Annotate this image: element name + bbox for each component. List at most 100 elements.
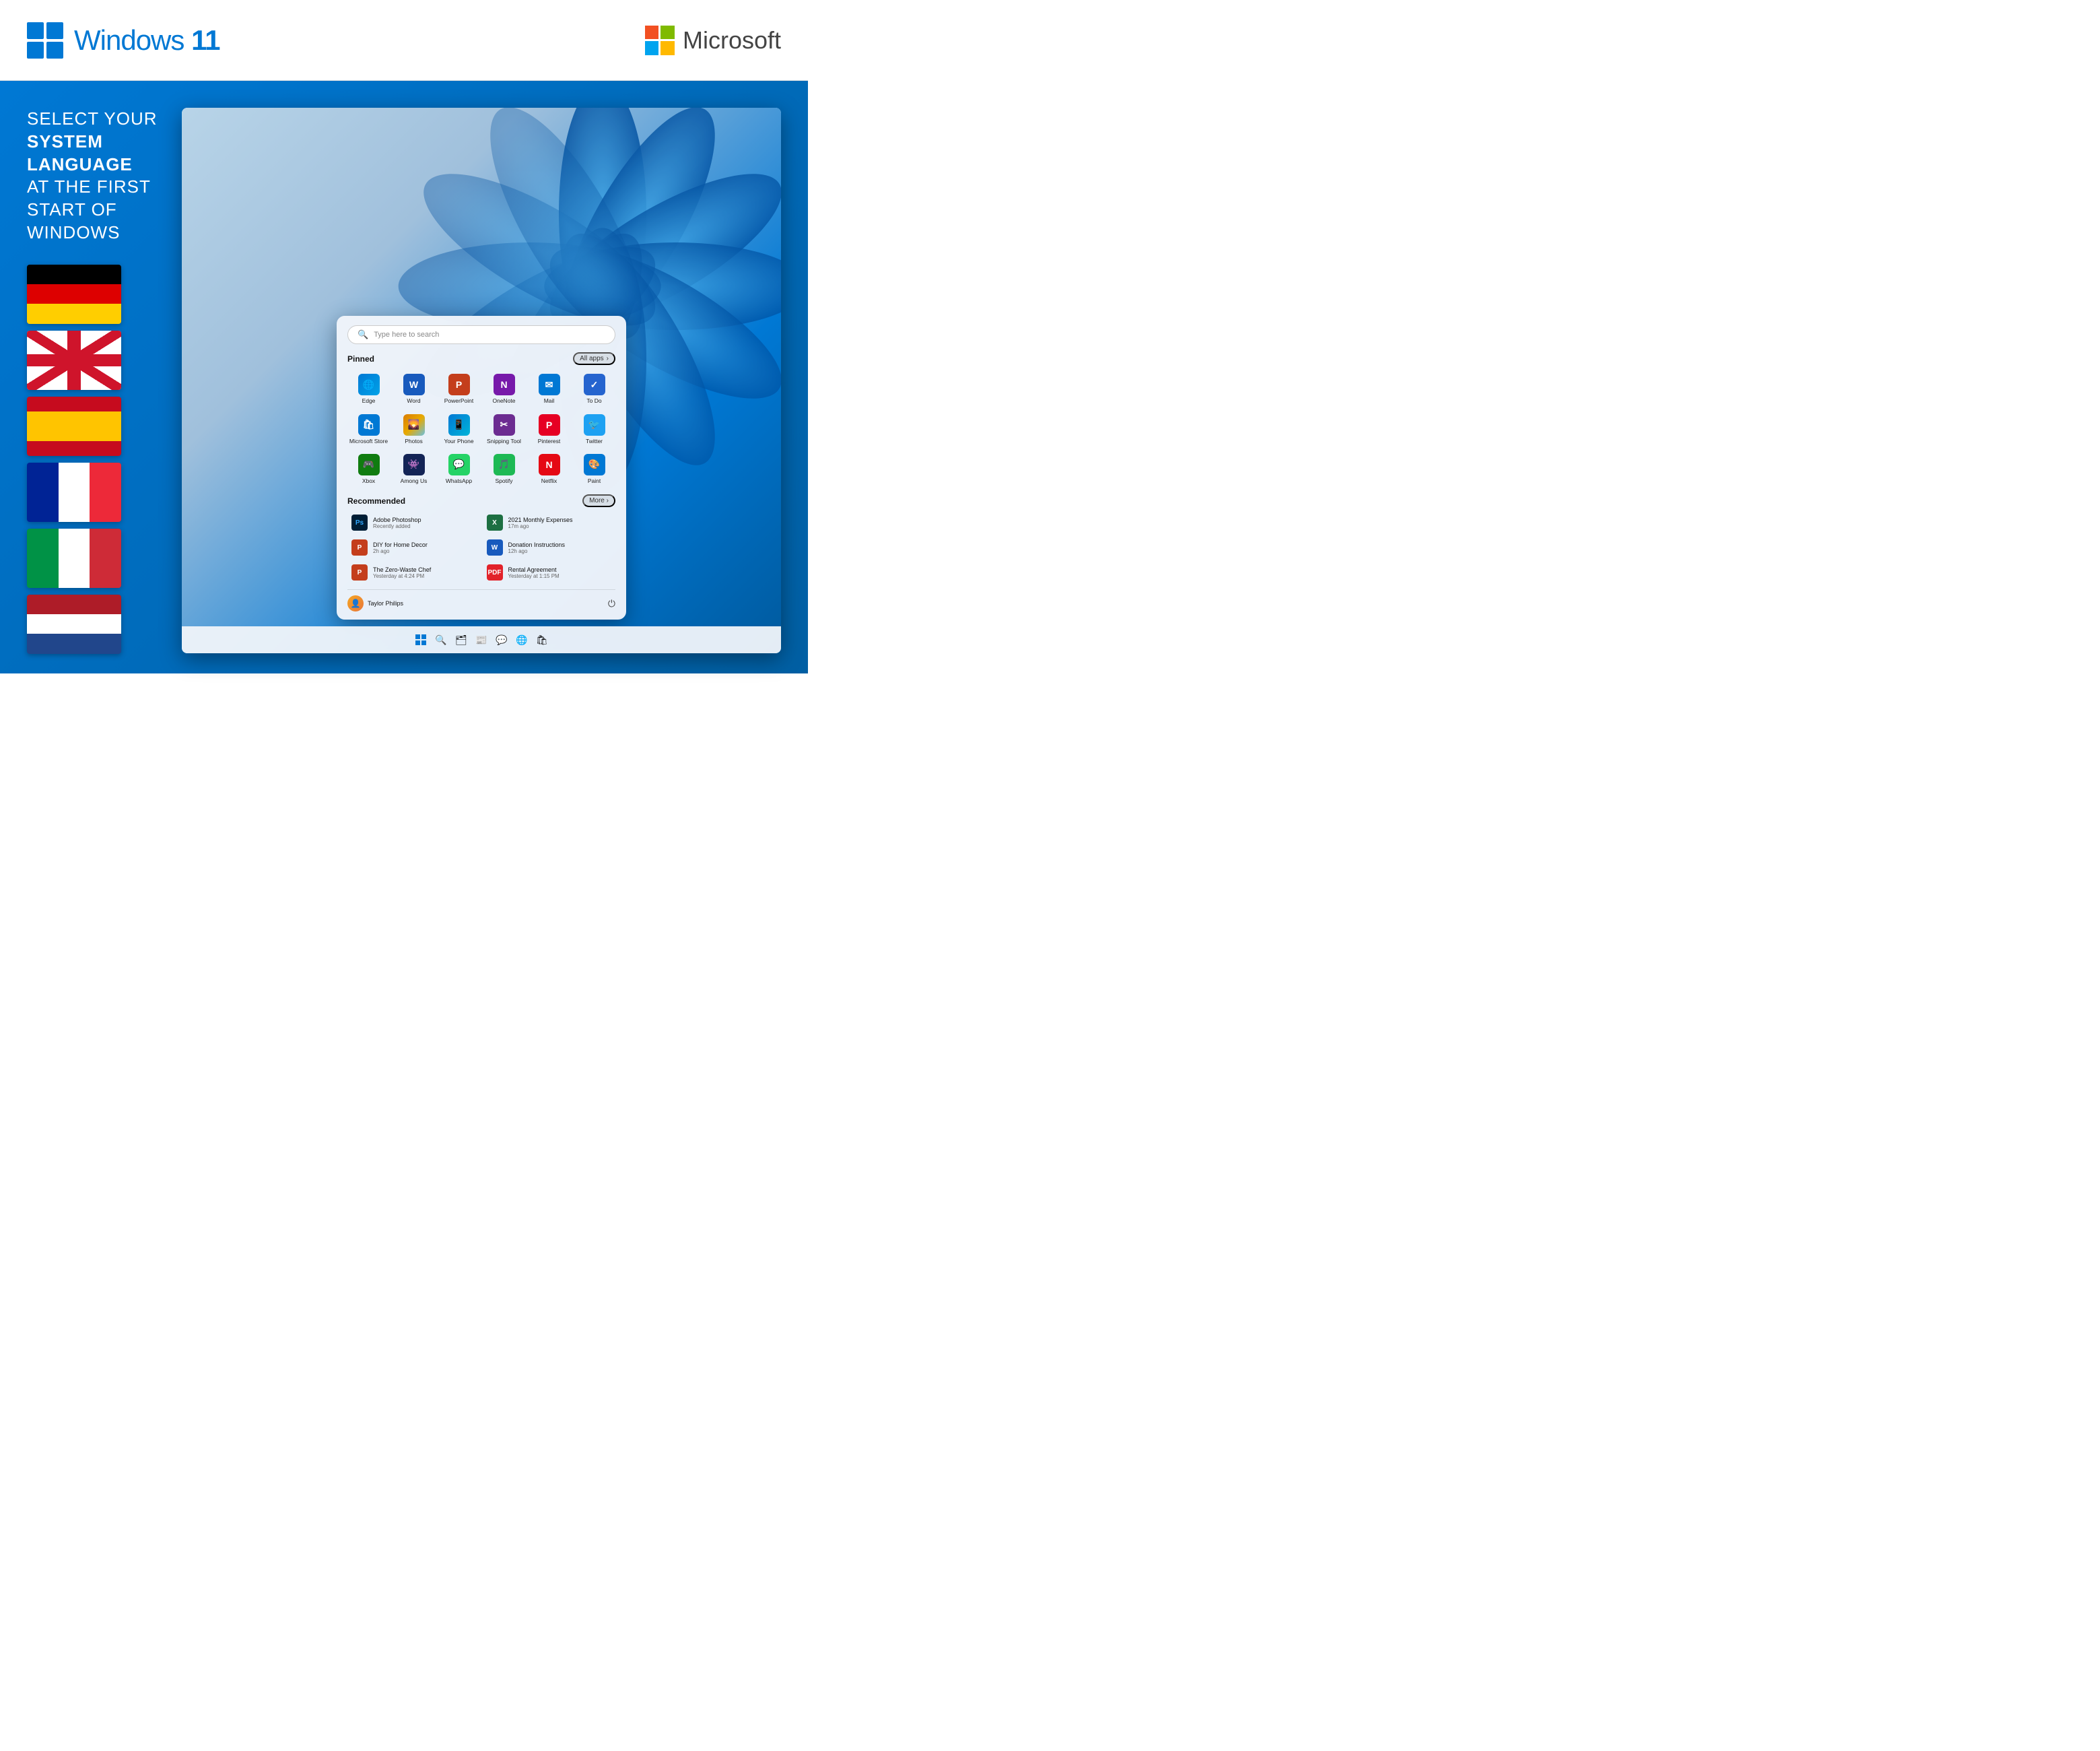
app-name: Pinterest [538,438,561,444]
user-area[interactable]: 👤 Taylor Philips [347,595,403,612]
taskbar-taskview[interactable]: 🗂 [454,632,469,647]
rec-item-donation-instruction[interactable]: W Donation Instructions 12h ago [483,536,616,559]
pinned-app-onenote[interactable]: N OneNote [483,370,525,407]
app-name: Twitter [586,438,603,444]
rec-icon: PDF [487,564,503,581]
windows-title: Windows 11 [74,24,219,57]
taskbar-chat[interactable]: 💬 [494,632,509,647]
taskbar-edge[interactable]: 🌐 [514,632,529,647]
microsoft-title: Microsoft [683,26,781,55]
pinned-app-xbox[interactable]: 🎮 Xbox [347,451,390,488]
app-icon: 📱 [448,414,470,436]
start-menu: 🔍 Type here to search Pinned All apps › … [337,316,626,620]
rec-name: DIY for Home Decor [373,541,428,548]
microsoft-logo-icon [645,26,675,55]
recommended-grid: Ps Adobe Photoshop Recently added X 2021… [347,511,615,584]
search-bar[interactable]: 🔍 Type here to search [347,325,615,344]
taskbar-store[interactable]: 🛍 [535,632,549,647]
all-apps-button[interactable]: All apps › [573,352,615,365]
recommended-header: Recommended More › [347,494,615,507]
chevron-right-icon: › [607,355,609,362]
app-name: Mail [544,397,555,404]
rec-icon: X [487,515,503,531]
pinned-app-edge[interactable]: 🌐 Edge [347,370,390,407]
app-icon: W [403,374,425,395]
pinned-header: Pinned All apps › [347,352,615,365]
pinned-app-pinterest[interactable]: P Pinterest [528,411,570,448]
rec-item-rental-agreement[interactable]: PDF Rental Agreement Yesterday at 1:15 P… [483,561,616,584]
microsoft-logo-area: Microsoft [645,26,781,55]
app-icon: ✓ [584,374,605,395]
pinned-app-to-do[interactable]: ✓ To Do [573,370,615,407]
chevron-right-icon-more: › [607,497,609,504]
app-name: Netflix [541,477,557,484]
taskbar-widgets[interactable]: 📰 [474,632,489,647]
start-footer: 👤 Taylor Philips ⏻ [347,589,615,612]
flag-spanish[interactable] [27,397,121,456]
app-icon: P [448,374,470,395]
app-icon: 🌄 [403,414,425,436]
app-name: Paint [588,477,601,484]
rec-name: Donation Instructions [508,541,566,548]
app-name: To Do [586,397,601,404]
app-name: Photos [405,438,422,444]
pinned-app-twitter[interactable]: 🐦 Twitter [573,411,615,448]
app-icon: ✉ [539,374,560,395]
app-name: PowerPoint [444,397,473,404]
pinned-label: Pinned [347,354,374,364]
pinned-app-snipping-tool[interactable]: ✂ Snipping Tool [483,411,525,448]
app-icon: 👾 [403,454,425,475]
user-avatar: 👤 [347,595,364,612]
pinned-app-paint[interactable]: 🎨 Paint [573,451,615,488]
recommended-label: Recommended [347,496,405,506]
pinned-grid: 🌐 Edge W Word P PowerPoint N OneNote ✉ M… [347,370,615,488]
rec-time: Recently added [373,523,421,529]
pinned-app-powerpoint[interactable]: P PowerPoint [438,370,480,407]
rec-icon: Ps [351,515,368,531]
rec-time: Yesterday at 4:24 PM [373,573,431,579]
rec-item-diy-for-home-decor[interactable]: P DIY for Home Decor 2h ago [347,536,481,559]
left-column: SELECT YOUR SYSTEM LANGUAGE AT THE FIRST… [27,108,162,653]
app-name: Spotify [496,477,513,484]
pinned-app-among-us[interactable]: 👾 Among Us [393,451,435,488]
more-button[interactable]: More › [582,494,615,507]
windows-logo-icon [27,22,63,59]
app-icon: ✂ [494,414,515,436]
rec-name: The Zero-Waste Chef [373,566,431,573]
rec-time: 17m ago [508,523,573,529]
taskbar-search[interactable]: 🔍 [434,632,448,647]
rec-item-the-zero-waste-chef[interactable]: P The Zero-Waste Chef Yesterday at 4:24 … [347,561,481,584]
taskbar-start[interactable] [413,632,428,647]
win-desktop: 🔍 Type here to search Pinned All apps › … [182,108,781,653]
windows-screenshot: 🔍 Type here to search Pinned All apps › … [182,108,781,653]
flag-french[interactable] [27,463,121,522]
pinned-app-netflix[interactable]: N Netflix [528,451,570,488]
windows-logo-area: Windows 11 [27,22,219,59]
pinned-app-your-phone[interactable]: 📱 Your Phone [438,411,480,448]
pinned-app-microsoft-store[interactable]: 🛍 Microsoft Store [347,411,390,448]
rec-item-2021-monthly-expense[interactable]: X 2021 Monthly Expenses 17m ago [483,511,616,534]
app-name: Microsoft Store [349,438,388,444]
app-icon: 🐦 [584,414,605,436]
rec-item-adobe-photoshop[interactable]: Ps Adobe Photoshop Recently added [347,511,481,534]
app-name: Edge [362,397,376,404]
pinned-app-spotify[interactable]: 🎵 Spotify [483,451,525,488]
rec-name: Rental Agreement [508,566,560,573]
pinned-app-photos[interactable]: 🌄 Photos [393,411,435,448]
rec-icon: P [351,539,368,556]
search-icon: 🔍 [358,329,368,340]
rec-time: Yesterday at 1:15 PM [508,573,560,579]
pinned-app-word[interactable]: W Word [393,370,435,407]
flag-german[interactable] [27,265,121,324]
rec-name: Adobe Photoshop [373,517,421,523]
app-icon: 🎮 [358,454,380,475]
pinned-app-whatsapp[interactable]: 💬 WhatsApp [438,451,480,488]
power-button[interactable]: ⏻ [608,598,615,609]
rec-icon: P [351,564,368,581]
flag-dutch[interactable] [27,595,121,654]
pinned-app-mail[interactable]: ✉ Mail [528,370,570,407]
rec-time: 2h ago [373,548,428,554]
flag-italian[interactable] [27,529,121,588]
flag-uk[interactable] [27,331,121,390]
app-name: WhatsApp [446,477,472,484]
